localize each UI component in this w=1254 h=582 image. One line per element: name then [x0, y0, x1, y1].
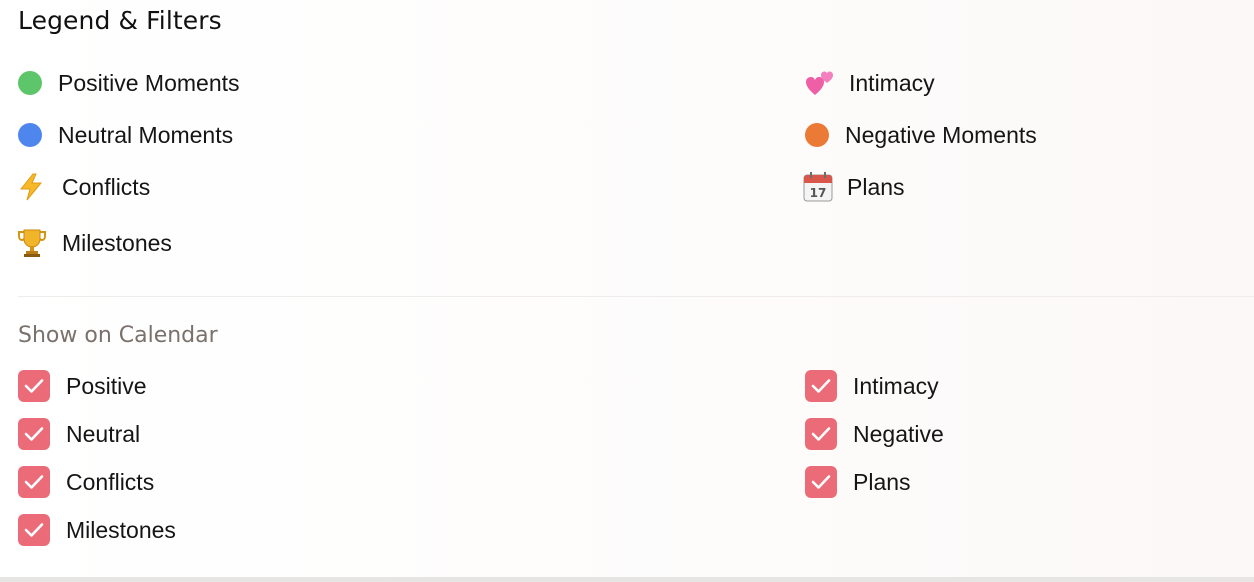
- calendar-icon: 17: [803, 172, 847, 202]
- panel-bottom-border: [0, 577, 1254, 582]
- check-icon: [811, 475, 831, 489]
- filter-negative[interactable]: Negative: [805, 417, 944, 451]
- legend-item-positive: Positive Moments: [18, 68, 240, 98]
- checkbox[interactable]: [18, 514, 50, 546]
- filter-conflicts[interactable]: Conflicts: [18, 465, 154, 499]
- filter-plans[interactable]: Plans: [805, 465, 911, 499]
- legend-filters-panel: Legend & Filters Positive Moments Neutra…: [0, 0, 1254, 578]
- filter-positive[interactable]: Positive: [18, 369, 147, 403]
- check-icon: [811, 379, 831, 393]
- filter-milestones[interactable]: Milestones: [18, 513, 176, 547]
- legend-label: Positive Moments: [58, 69, 240, 96]
- checkbox[interactable]: [18, 370, 50, 402]
- orange-dot-icon: [805, 123, 845, 147]
- legend-label: Neutral Moments: [58, 121, 234, 148]
- legend-label: Conflicts: [62, 173, 151, 200]
- filter-label: Negative: [853, 420, 944, 447]
- legend-label: Milestones: [62, 229, 172, 256]
- checkbox[interactable]: [18, 466, 50, 498]
- svg-text:17: 17: [810, 186, 827, 200]
- check-icon: [24, 427, 44, 441]
- panel-title: Legend & Filters: [18, 6, 222, 35]
- section-divider: [18, 296, 1254, 297]
- checkbox[interactable]: [805, 466, 837, 498]
- check-icon: [24, 379, 44, 393]
- legend-item-neutral: Neutral Moments: [18, 120, 233, 150]
- checkbox[interactable]: [805, 370, 837, 402]
- checkbox[interactable]: [18, 418, 50, 450]
- blue-dot-icon: [18, 123, 58, 147]
- two-hearts-icon: [805, 69, 849, 97]
- legend-item-milestones: Milestones: [18, 228, 172, 258]
- checkbox[interactable]: [805, 418, 837, 450]
- legend-label: Negative Moments: [845, 121, 1037, 148]
- legend-item-plans: 17 Plans: [803, 172, 905, 202]
- filters-title: Show on Calendar: [18, 323, 218, 348]
- legend-label: Intimacy: [849, 69, 935, 96]
- filter-label: Intimacy: [853, 372, 939, 399]
- check-icon: [24, 523, 44, 537]
- filter-neutral[interactable]: Neutral: [18, 417, 140, 451]
- green-dot-icon: [18, 71, 58, 95]
- filter-label: Positive: [66, 372, 147, 399]
- legend-label: Plans: [847, 173, 905, 200]
- check-icon: [811, 427, 831, 441]
- lightning-icon: [18, 173, 62, 201]
- filter-label: Plans: [853, 468, 911, 495]
- filter-label: Neutral: [66, 420, 141, 447]
- check-icon: [24, 475, 44, 489]
- legend-item-conflicts: Conflicts: [18, 172, 150, 202]
- filter-label: Conflicts: [66, 468, 155, 495]
- trophy-icon: [18, 228, 62, 258]
- filter-label: Milestones: [66, 516, 176, 543]
- legend-item-intimacy: Intimacy: [805, 68, 935, 98]
- legend-item-negative: Negative Moments: [805, 120, 1037, 150]
- filter-intimacy[interactable]: Intimacy: [805, 369, 939, 403]
